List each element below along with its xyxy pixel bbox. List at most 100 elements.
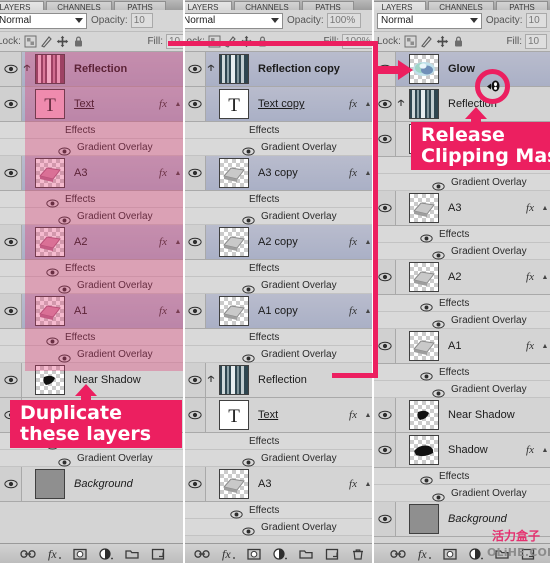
layer-visibility-toggle[interactable] bbox=[184, 363, 206, 397]
layer-thumbnail[interactable] bbox=[35, 365, 65, 395]
effect-row[interactable]: Gradient Overlay bbox=[374, 381, 550, 398]
layer-effects-fx-icon[interactable]: fx bbox=[153, 236, 173, 248]
lock-position-icon[interactable] bbox=[56, 35, 69, 48]
effect-row[interactable]: Gradient Overlay bbox=[184, 208, 373, 225]
tab-channels-right[interactable]: CHANNELS bbox=[428, 1, 494, 10]
layer-visibility-toggle[interactable] bbox=[184, 225, 206, 259]
effect-visibility-toggle[interactable] bbox=[58, 212, 71, 224]
tab-channels-mid[interactable]: CHANNELS bbox=[234, 1, 300, 10]
effect-row[interactable]: Gradient Overlay bbox=[184, 450, 373, 467]
layer-row[interactable]: Reflection bbox=[184, 363, 373, 398]
effect-row[interactable]: Gradient Overlay bbox=[0, 450, 183, 467]
effect-visibility-toggle[interactable] bbox=[230, 126, 243, 135]
layer-thumbnail[interactable] bbox=[35, 469, 65, 499]
effect-row[interactable]: Gradient Overlay bbox=[374, 174, 550, 191]
layer-thumbnail[interactable] bbox=[409, 504, 439, 534]
effect-row[interactable]: Gradient Overlay bbox=[0, 346, 183, 363]
layer-row[interactable]: A1 fx ▲ bbox=[374, 329, 550, 364]
layer-visibility-toggle[interactable] bbox=[374, 502, 396, 536]
layer-row[interactable]: TTextfx▲ bbox=[184, 398, 373, 433]
new-layer-icon[interactable] bbox=[324, 547, 338, 561]
effect-visibility-toggle[interactable] bbox=[230, 506, 243, 518]
effect-visibility-toggle[interactable] bbox=[242, 143, 255, 155]
layer-row[interactable]: Shadow fx▲ bbox=[374, 433, 550, 468]
effects-group-row[interactable]: Effects bbox=[0, 260, 183, 277]
effects-group-row[interactable]: Effects bbox=[184, 433, 373, 450]
layer-visibility-toggle[interactable] bbox=[374, 433, 396, 467]
expand-effects-chevron-icon[interactable]: ▲ bbox=[173, 239, 183, 246]
layer-thumbnail[interactable]: T bbox=[219, 89, 249, 119]
layer-thumbnail[interactable] bbox=[409, 435, 439, 465]
layer-row[interactable]: A3 fx ▲ bbox=[184, 467, 373, 502]
lock-transparent-pixels-icon[interactable] bbox=[404, 35, 417, 48]
layer-row[interactable]: Reflection bbox=[0, 52, 183, 87]
layer-thumbnail[interactable] bbox=[219, 54, 249, 84]
expand-effects-chevron-icon[interactable]: ▲ bbox=[173, 170, 183, 177]
blend-mode-select-left[interactable]: Normal bbox=[0, 12, 87, 29]
layer-row[interactable]: Reflection bbox=[374, 87, 550, 122]
link-layers-icon[interactable] bbox=[390, 547, 406, 561]
tab-paths-right[interactable]: PATHS bbox=[496, 1, 548, 10]
new-layer-icon[interactable] bbox=[150, 547, 164, 561]
layer-effects-fx-icon[interactable]: fx bbox=[343, 478, 363, 490]
layer-row[interactable]: TTextfx▲ bbox=[0, 87, 183, 122]
lock-position-icon[interactable] bbox=[436, 35, 449, 48]
effect-visibility-toggle[interactable] bbox=[58, 143, 71, 155]
effect-visibility-toggle[interactable] bbox=[58, 281, 71, 293]
layer-visibility-toggle[interactable] bbox=[0, 225, 22, 259]
effect-visibility-toggle[interactable] bbox=[242, 523, 255, 535]
layer-row[interactable]: A1 fx ▲ bbox=[0, 294, 183, 329]
effect-visibility-toggle[interactable] bbox=[420, 299, 433, 311]
effects-group-row[interactable]: Effects bbox=[374, 226, 550, 243]
effects-group-row[interactable]: Effects bbox=[0, 329, 183, 346]
effect-visibility-toggle[interactable] bbox=[420, 368, 433, 380]
layer-row[interactable]: A3 copy fx ▲ bbox=[184, 156, 373, 191]
expand-effects-chevron-icon[interactable]: ▲ bbox=[173, 101, 183, 108]
effect-row[interactable]: Gradient Overlay bbox=[374, 312, 550, 329]
tab-layers[interactable]: LAYERS bbox=[0, 1, 44, 10]
layer-visibility-toggle[interactable] bbox=[0, 156, 22, 190]
effect-visibility-toggle[interactable] bbox=[242, 212, 255, 224]
layer-thumbnail[interactable] bbox=[409, 89, 439, 119]
layer-effects-fx-icon[interactable]: fx bbox=[343, 167, 363, 179]
effect-row[interactable]: Gradient Overlay bbox=[0, 208, 183, 225]
layer-row[interactable]: A3 fx ▲ bbox=[0, 156, 183, 191]
layer-thumbnail[interactable] bbox=[219, 365, 249, 395]
lock-transparent-pixels-icon[interactable] bbox=[24, 35, 37, 48]
effect-visibility-toggle[interactable] bbox=[58, 454, 71, 466]
layer-effects-fx-icon[interactable]: fx bbox=[153, 167, 173, 179]
effects-group-row[interactable]: Effects bbox=[184, 502, 373, 519]
effect-row[interactable]: Gradient Overlay bbox=[184, 139, 373, 156]
lock-image-pixels-icon[interactable] bbox=[420, 35, 433, 48]
new-adjustment-layer-icon[interactable] bbox=[468, 547, 483, 561]
effects-group-row[interactable]: Effects bbox=[374, 364, 550, 381]
layer-thumbnail[interactable]: T bbox=[35, 89, 65, 119]
effect-row[interactable]: Gradient Overlay bbox=[374, 243, 550, 260]
blend-mode-select-right[interactable]: Normal bbox=[377, 12, 482, 29]
effect-visibility-toggle[interactable] bbox=[230, 437, 243, 446]
effect-visibility-toggle[interactable] bbox=[432, 316, 445, 328]
layer-effects-fx-icon[interactable]: fx bbox=[343, 98, 363, 110]
add-layer-mask-icon[interactable] bbox=[246, 547, 261, 561]
layer-row[interactable]: A2 fx ▲ bbox=[0, 225, 183, 260]
new-adjustment-layer-icon[interactable] bbox=[98, 547, 113, 561]
layer-visibility-toggle[interactable] bbox=[184, 87, 206, 121]
layer-effects-fx-icon[interactable]: fx bbox=[520, 340, 540, 352]
layer-effects-fx-icon[interactable]: fx bbox=[343, 305, 363, 317]
layer-row[interactable]: A2 fx ▲ bbox=[374, 260, 550, 295]
opacity-field-right[interactable]: 10 bbox=[525, 13, 547, 28]
layer-thumbnail[interactable] bbox=[409, 400, 439, 430]
effect-visibility-toggle[interactable] bbox=[420, 472, 433, 484]
layer-visibility-toggle[interactable] bbox=[184, 156, 206, 190]
layer-visibility-toggle[interactable] bbox=[0, 363, 22, 397]
layer-effects-fx-icon[interactable]: fx bbox=[520, 271, 540, 283]
lock-all-icon[interactable] bbox=[452, 35, 465, 48]
layer-effects-fx-icon[interactable]: fx bbox=[520, 444, 540, 456]
layer-thumbnail[interactable] bbox=[35, 296, 65, 326]
layer-effects-fx-icon[interactable]: fx bbox=[153, 305, 173, 317]
add-layer-style-icon[interactable]: fx bbox=[416, 547, 431, 561]
lock-all-icon[interactable] bbox=[72, 35, 85, 48]
layer-row[interactable]: A2 copy fx ▲ bbox=[184, 225, 373, 260]
add-layer-mask-icon[interactable] bbox=[72, 547, 87, 561]
layer-thumbnail[interactable]: T bbox=[219, 400, 249, 430]
